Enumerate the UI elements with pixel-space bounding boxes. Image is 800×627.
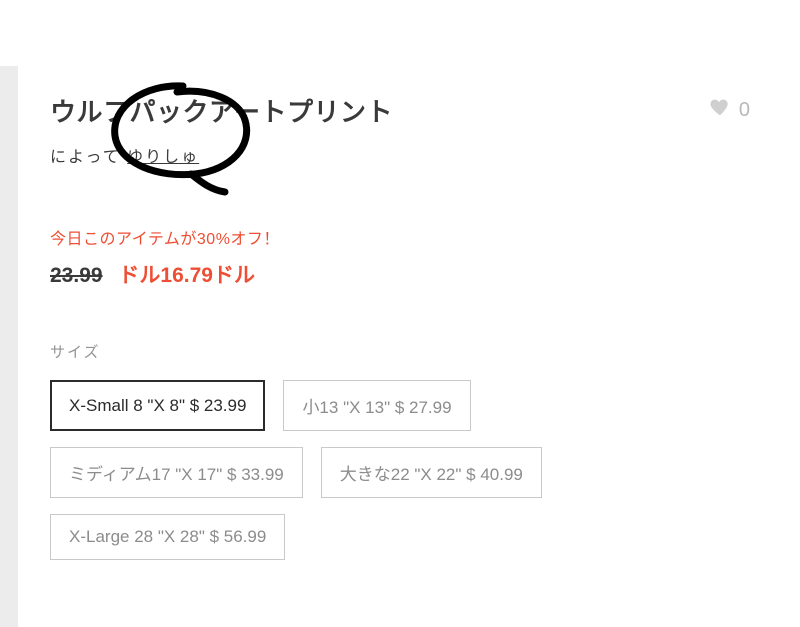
- byline: によって ゆりしゅ: [50, 143, 750, 167]
- heart-icon: [709, 96, 731, 124]
- product-page: ウルフパックアートプリント 0 によって ゆりしゅ 今日このアイテムが30%オフ…: [0, 0, 800, 560]
- favorite-count: 0: [739, 99, 750, 122]
- favorite-button[interactable]: 0: [709, 92, 750, 124]
- product-title: ウルフパックアートプリント: [50, 92, 393, 129]
- size-label: サイズ: [50, 341, 750, 362]
- size-option-xlarge[interactable]: X-Large 28 "X 28" $ 56.99: [50, 514, 285, 560]
- size-option-small[interactable]: 小13 "X 13" $ 27.99: [283, 380, 470, 431]
- old-price: 23.99: [50, 264, 103, 287]
- size-option-large[interactable]: 大きな22 "X 22" $ 40.99: [321, 447, 542, 498]
- left-edge-strip: [0, 66, 18, 627]
- title-row: ウルフパックアートプリント 0: [50, 92, 750, 129]
- size-option-medium[interactable]: ミディアム17 "X 17" $ 33.99: [50, 447, 303, 498]
- author-link[interactable]: ゆりしゅ: [127, 149, 199, 166]
- new-price: ドル16.79ドル: [118, 264, 255, 287]
- size-options: X-Small 8 "X 8" $ 23.99 小13 "X 13" $ 27.…: [50, 380, 690, 560]
- size-option-xsmall[interactable]: X-Small 8 "X 8" $ 23.99: [50, 380, 265, 431]
- promo-text: 今日このアイテムが30%オフ！: [50, 225, 750, 249]
- byline-prefix: によって: [50, 149, 127, 166]
- price-row: 23.99 ドル16.79ドル: [50, 259, 750, 289]
